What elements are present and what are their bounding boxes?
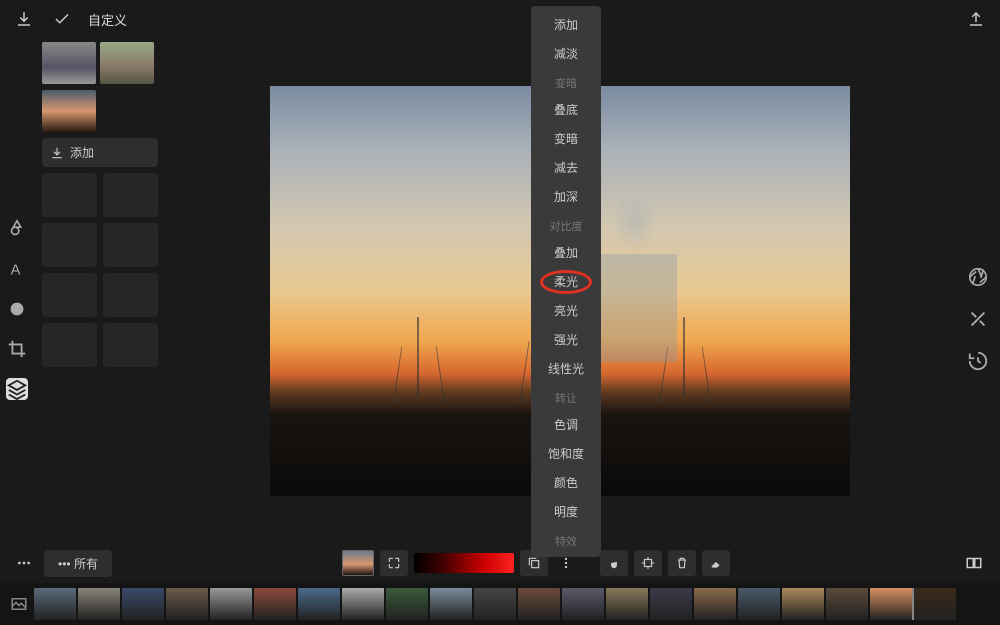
blend-section-header: 转让 [531, 383, 601, 410]
filmstrip-thumb[interactable] [870, 588, 912, 620]
filmstrip-thumb[interactable] [298, 588, 340, 620]
blend-mode-item[interactable]: 线性光 [531, 354, 601, 383]
split-view-icon[interactable] [960, 550, 988, 576]
blend-mode-item[interactable]: 颜色 [531, 468, 601, 497]
filmstrip-thumb[interactable] [650, 588, 692, 620]
expand-icon[interactable] [380, 550, 408, 576]
layers-tool-icon[interactable] [6, 378, 28, 400]
empty-slots [42, 173, 156, 367]
blend-mode-item[interactable]: 色调 [531, 410, 601, 439]
crop-tool-icon[interactable] [6, 338, 28, 360]
top-bar: 自定义 [0, 0, 1000, 38]
fx-icon[interactable] [967, 308, 989, 330]
blend-section-header: 对比度 [531, 211, 601, 238]
filmstrip-thumb[interactable] [386, 588, 428, 620]
blend-mode-menu: 添加减淡变暗叠底变暗减去加深对比度叠加柔光亮光强光线性光转让色调饱和度颜色明度特… [531, 6, 601, 557]
transform-icon[interactable] [634, 550, 662, 576]
main-area: A 添加 [0, 38, 1000, 543]
blend-mode-item[interactable]: 强光 [531, 325, 601, 354]
filter-label: 所有 [74, 557, 98, 571]
download-icon [50, 146, 64, 160]
eraser-icon[interactable] [702, 550, 730, 576]
filmstrip-thumb[interactable] [122, 588, 164, 620]
blend-mode-item[interactable]: 叠底 [531, 95, 601, 124]
layer-thumb[interactable] [100, 42, 154, 84]
filmstrip-thumb[interactable] [78, 588, 120, 620]
page-title: 自定义 [88, 10, 127, 29]
blend-mode-item[interactable]: 添加 [531, 10, 601, 39]
brush-tool-icon[interactable] [6, 298, 28, 320]
filmstrip-thumb[interactable] [166, 588, 208, 620]
filmstrip [0, 583, 1000, 625]
blend-mode-item[interactable]: 叠加 [531, 238, 601, 267]
empty-slot[interactable] [103, 273, 158, 317]
download-icon[interactable] [12, 7, 36, 31]
right-tool-rail [956, 38, 1000, 543]
blend-section-header: 变暗 [531, 68, 601, 95]
filmstrip-thumb[interactable] [694, 588, 736, 620]
blend-mode-item[interactable]: 柔光 [531, 267, 601, 296]
current-thumb[interactable] [342, 550, 374, 576]
shape-tool-icon[interactable] [6, 218, 28, 240]
empty-slot[interactable] [103, 173, 158, 217]
blend-mode-item[interactable]: 减淡 [531, 39, 601, 68]
filmstrip-thumb[interactable] [782, 588, 824, 620]
filmstrip-thumb[interactable] [34, 588, 76, 620]
blend-mode-item[interactable]: 变暗 [531, 124, 601, 153]
empty-slot[interactable] [103, 223, 158, 267]
filmstrip-thumb[interactable] [254, 588, 296, 620]
share-icon[interactable] [964, 7, 988, 31]
blend-mode-item[interactable]: 亮光 [531, 296, 601, 325]
history-icon[interactable] [967, 350, 989, 372]
layers-sidebar: 添加 [34, 38, 164, 543]
add-layer-button[interactable]: 添加 [42, 138, 158, 167]
filmstrip-thumb[interactable] [606, 588, 648, 620]
left-tool-rail: A [0, 38, 34, 543]
filmstrip-thumb[interactable] [342, 588, 384, 620]
text-tool-icon[interactable]: A [6, 258, 28, 280]
filmstrip-thumb[interactable] [474, 588, 516, 620]
blend-section-header: 特效 [531, 526, 601, 553]
hand-tool-icon[interactable] [600, 550, 628, 576]
aperture-icon[interactable] [967, 266, 989, 288]
layer-thumb[interactable] [42, 42, 96, 84]
empty-slot[interactable] [42, 223, 97, 267]
gradient-slider[interactable] [414, 553, 514, 573]
blend-mode-item[interactable]: 加深 [531, 182, 601, 211]
filmstrip-thumb[interactable] [430, 588, 472, 620]
blend-mode-item[interactable]: 饱和度 [531, 439, 601, 468]
filmstrip-thumb[interactable] [826, 588, 868, 620]
filmstrip-thumb[interactable] [562, 588, 604, 620]
trash-icon[interactable] [668, 550, 696, 576]
svg-text:A: A [11, 263, 21, 279]
layer-thumb[interactable] [42, 90, 96, 132]
empty-slot[interactable] [42, 273, 97, 317]
empty-slot[interactable] [103, 323, 158, 367]
bottom-toolbar: ••• 所有 [0, 543, 1000, 583]
blend-mode-item[interactable]: 减去 [531, 153, 601, 182]
highlight-circle [540, 270, 592, 294]
filter-all-button[interactable]: ••• 所有 [44, 550, 112, 577]
filmstrip-thumb[interactable] [518, 588, 560, 620]
filmstrip-thumb[interactable] [210, 588, 252, 620]
add-label: 添加 [70, 144, 94, 161]
empty-slot[interactable] [42, 173, 97, 217]
empty-slot[interactable] [42, 323, 97, 367]
image-icon[interactable] [6, 591, 32, 617]
filmstrip-thumb[interactable] [738, 588, 780, 620]
blend-mode-item[interactable]: 明度 [531, 497, 601, 526]
check-icon[interactable] [50, 7, 74, 31]
more-icon[interactable] [12, 551, 36, 575]
filmstrip-thumb[interactable] [914, 588, 956, 620]
